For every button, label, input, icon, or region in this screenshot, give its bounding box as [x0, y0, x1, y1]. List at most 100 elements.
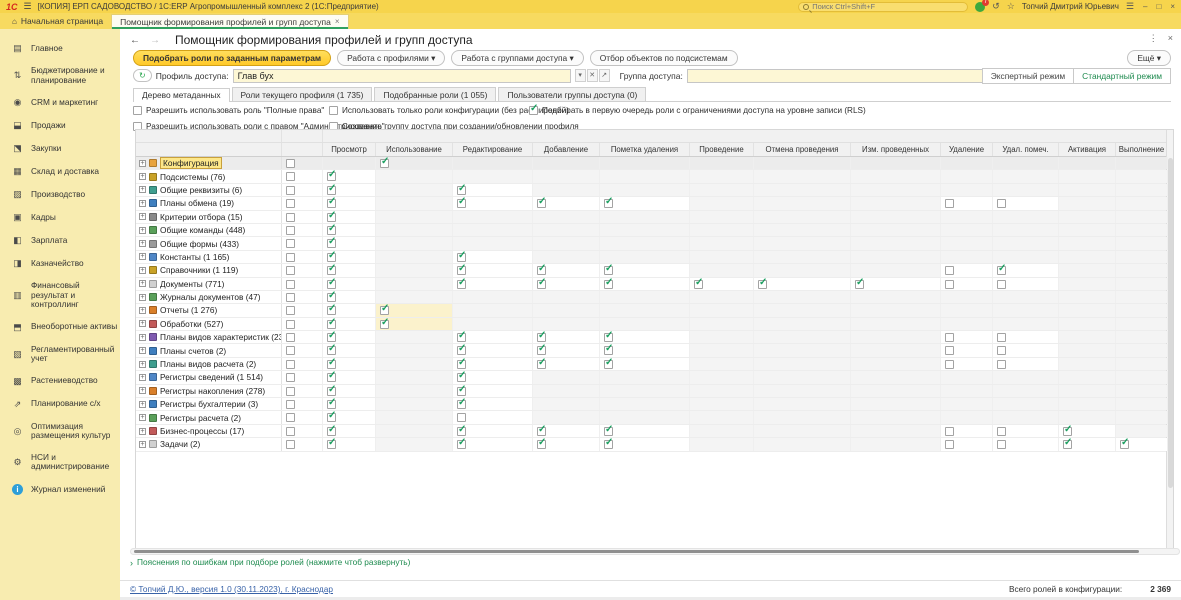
permission-cell[interactable]: ✓: [453, 278, 533, 290]
maximize-button[interactable]: □: [1156, 2, 1161, 11]
permission-cell[interactable]: ✓: [453, 358, 533, 370]
permission-checkbox[interactable]: [945, 427, 954, 436]
expand-plus-icon[interactable]: +: [139, 160, 146, 167]
all-rights-cell[interactable]: [282, 318, 323, 330]
copyright-link[interactable]: © Топчий Д.Ю., версия 1.0 (30.11.2023), …: [130, 584, 333, 594]
permission-cell[interactable]: [993, 358, 1059, 370]
permission-cell[interactable]: ✓: [453, 371, 533, 383]
permission-checkbox[interactable]: ✓: [327, 373, 336, 382]
permission-cell[interactable]: ✓: [1116, 438, 1168, 450]
table-row[interactable]: +Отчеты (1 276)✓✓: [136, 304, 1173, 317]
permission-checkbox[interactable]: ✓: [1120, 440, 1129, 449]
permission-cell[interactable]: ✓: [323, 184, 376, 196]
checkbox-icon[interactable]: [133, 106, 142, 115]
tree-row-label-cell[interactable]: +Журналы документов (47): [136, 291, 282, 303]
permission-checkbox[interactable]: ✓: [457, 280, 466, 289]
expand-plus-icon[interactable]: +: [139, 401, 146, 408]
permission-checkbox[interactable]: ✓: [537, 280, 546, 289]
sidebar-item-17[interactable]: ⚙НСИ и администрирование: [10, 447, 120, 478]
permission-checkbox[interactable]: ✓: [380, 320, 389, 329]
notifications-icon[interactable]: 7: [975, 2, 985, 12]
tab-home[interactable]: ⌂ Начальная страница: [4, 14, 111, 29]
sidebar-item-3[interactable]: ◉CRM и маркетинг: [10, 91, 120, 114]
profile-input[interactable]: [233, 69, 571, 83]
errors-explanation-link[interactable]: › Пояснения по ошибкам при подборе ролей…: [130, 558, 460, 569]
all-rights-cell[interactable]: [282, 157, 323, 169]
all-rights-checkbox[interactable]: [286, 440, 295, 449]
sidebar-item-9[interactable]: ◧Зарплата: [10, 229, 120, 252]
tree-row-label-cell[interactable]: +Обработки (527): [136, 318, 282, 330]
table-row[interactable]: +Регистры расчета (2)✓: [136, 411, 1173, 424]
permission-cell[interactable]: [993, 438, 1059, 450]
history-icon[interactable]: ↺: [992, 1, 1000, 12]
permission-checkbox[interactable]: ✓: [604, 280, 613, 289]
permission-cell[interactable]: [993, 278, 1059, 290]
tree-row-label-cell[interactable]: +Бизнес-процессы (17): [136, 425, 282, 437]
option-checkbox-2[interactable]: Использовать только роли конфигурации (б…: [329, 106, 529, 118]
table-row[interactable]: +Бизнес-процессы (17)✓✓✓✓✓: [136, 425, 1173, 438]
tab-current[interactable]: Помощник формирования профилей и групп д…: [111, 14, 348, 29]
all-rights-checkbox[interactable]: [286, 293, 295, 302]
table-row[interactable]: +Общие реквизиты (6)✓✓: [136, 184, 1173, 197]
all-rights-cell[interactable]: [282, 291, 323, 303]
permission-cell[interactable]: [941, 331, 993, 343]
permission-checkbox[interactable]: ✓: [327, 239, 336, 248]
permission-checkbox[interactable]: ✓: [1063, 427, 1072, 436]
permission-checkbox[interactable]: [945, 266, 954, 275]
table-row[interactable]: +Обработки (527) ✓ ✓: [136, 318, 1173, 331]
checkbox-icon[interactable]: ✓: [529, 106, 538, 115]
permission-cell[interactable]: ✓: [453, 438, 533, 450]
tree-row-label-cell[interactable]: +Константы (1 165): [136, 251, 282, 263]
toolbar-button-1[interactable]: Подобрать роли по заданным параметрам: [133, 50, 331, 66]
table-row[interactable]: +Планы счетов (2)✓✓✓✓: [136, 344, 1173, 357]
permission-cell[interactable]: ✓: [600, 278, 690, 290]
permission-checkbox[interactable]: ✓: [537, 360, 546, 369]
permission-cell[interactable]: ✓: [323, 411, 376, 423]
table-row[interactable]: +Подсистемы (76)✓: [136, 170, 1173, 183]
sidebar-item-11[interactable]: ▥Финансовый результат и контроллинг: [10, 275, 120, 316]
table-row[interactable]: +Задачи (2)✓✓✓✓✓✓: [136, 438, 1173, 451]
permission-cell[interactable]: [941, 425, 993, 437]
permission-checkbox[interactable]: ✓: [327, 400, 336, 409]
permission-checkbox[interactable]: [945, 440, 954, 449]
permission-cell[interactable]: ✓: [533, 197, 600, 209]
permission-checkbox[interactable]: ✓: [457, 427, 466, 436]
all-rights-checkbox[interactable]: [286, 213, 295, 222]
all-rights-checkbox[interactable]: [286, 333, 295, 342]
permission-checkbox[interactable]: ✓: [694, 280, 703, 289]
all-rights-cell[interactable]: [282, 438, 323, 450]
table-row[interactable]: +Критерии отбора (15)✓: [136, 211, 1173, 224]
tree-row-label-cell[interactable]: +Подсистемы (76): [136, 170, 282, 182]
toolbar-button-3[interactable]: Работа с группами доступа ▾: [451, 50, 583, 66]
permission-cell[interactable]: ✓: [533, 344, 600, 356]
favorites-star-icon[interactable]: ☆: [1007, 1, 1015, 12]
permission-checkbox[interactable]: ✓: [457, 186, 466, 195]
permission-checkbox[interactable]: ✓: [537, 427, 546, 436]
permission-checkbox[interactable]: ✓: [380, 306, 389, 315]
all-rights-checkbox[interactable]: [286, 159, 295, 168]
back-arrow-button[interactable]: ←: [127, 35, 143, 46]
permission-checkbox[interactable]: ✓: [327, 199, 336, 208]
current-user[interactable]: Топчий Дмитрий Юрьевич: [1022, 2, 1119, 11]
table-row[interactable]: +Конфигурация✓: [136, 157, 1173, 170]
permission-checkbox[interactable]: ✓: [457, 253, 466, 262]
permission-checkbox[interactable]: ✓: [457, 440, 466, 449]
permission-cell[interactable]: ✓: [851, 278, 941, 290]
permission-cell[interactable]: ✓: [323, 318, 376, 330]
all-rights-checkbox[interactable]: [286, 239, 295, 248]
minimize-button[interactable]: –: [1143, 2, 1147, 11]
permission-cell[interactable]: ✓: [323, 398, 376, 410]
table-row[interactable]: +Общие формы (433)✓: [136, 237, 1173, 250]
profile-choose-icon[interactable]: ▾: [575, 69, 586, 82]
permission-cell[interactable]: ✓: [323, 278, 376, 290]
permission-checkbox[interactable]: ✓: [327, 333, 336, 342]
all-rights-cell[interactable]: [282, 264, 323, 276]
tree-row-label-cell[interactable]: +Планы видов расчета (2): [136, 358, 282, 370]
sidebar-item-2[interactable]: ⇅Бюджетирование и планирование: [10, 60, 120, 91]
all-rights-checkbox[interactable]: [286, 226, 295, 235]
global-search[interactable]: [798, 2, 968, 12]
permission-cell[interactable]: [941, 358, 993, 370]
permission-checkbox[interactable]: [997, 199, 1006, 208]
permission-checkbox[interactable]: ✓: [327, 253, 336, 262]
permission-cell[interactable]: ✓: [600, 264, 690, 276]
